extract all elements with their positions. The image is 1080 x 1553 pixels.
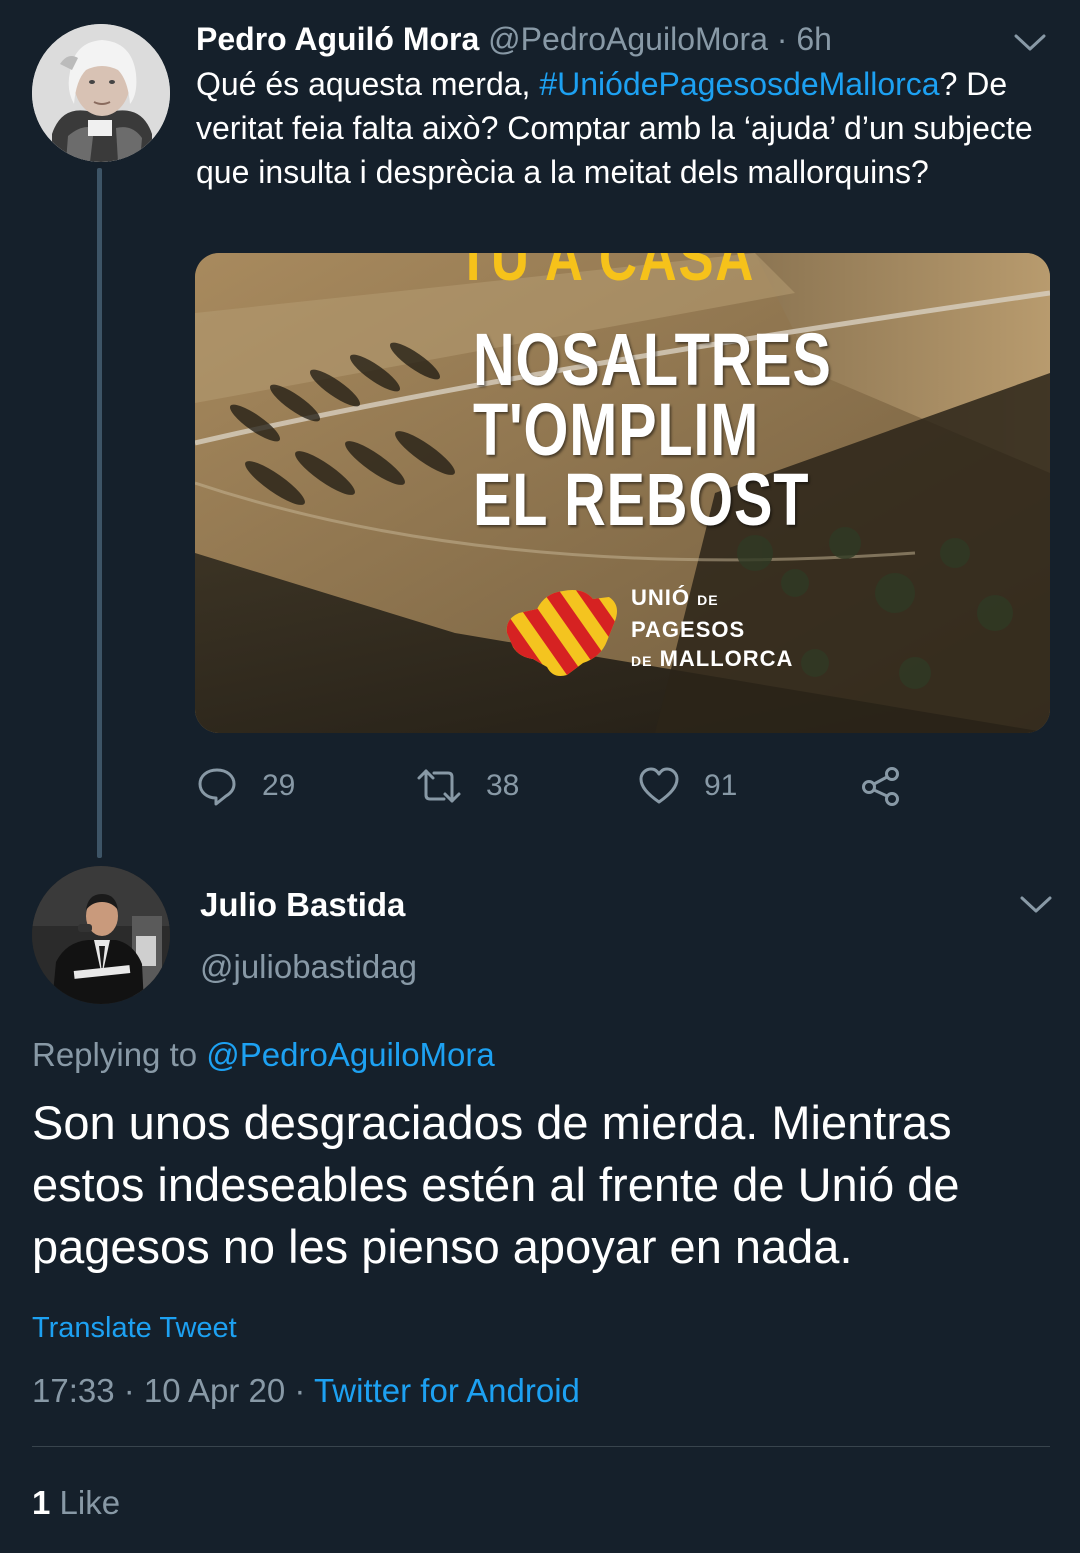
logo-word: DE [697,592,719,608]
parent-author-handle[interactable]: @PedroAguiloMora [488,21,768,57]
share-button[interactable] [860,760,902,812]
hashtag-link[interactable]: #UniódePagesosdeMallorca [539,66,939,102]
likes-summary[interactable]: 1 Like [32,1484,120,1522]
reply-icon [198,768,236,806]
parent-tweet-time[interactable]: 6h [796,21,832,57]
reply-count: 29 [262,769,296,802]
tweet-timestamp[interactable]: 17:33 · 10 Apr 20 [32,1372,285,1409]
headline-line: EL REBOST [473,458,810,541]
replying-label: Replying to [32,1036,207,1073]
logo-word: MALLORCA [659,646,794,671]
parent-tweet-header: Pedro Aguiló Mora @PedroAguiloMora · 6h [196,18,1036,60]
tweet-source-link[interactable]: Twitter for Android [314,1372,580,1409]
header-separator: · [776,21,788,57]
media-headline: NOSALTRES T'OMPLIM EL REBOST [473,318,832,541]
reply-button[interactable]: 29 [196,760,295,812]
logo-word: PAGESOS [631,617,746,642]
share-icon [862,767,899,806]
like-count: 91 [704,769,738,802]
avatar-pedro[interactable] [32,24,170,162]
parent-tweet-actions: 29 38 91 [196,760,916,812]
like-icon [639,767,679,804]
divider [32,1446,1050,1447]
mallorca-flag-logo [497,583,629,679]
retweet-button[interactable]: 38 [416,760,519,812]
retweet-count: 38 [486,769,520,802]
parent-tweet-text: Qué és aquesta merda, #UniódePagesosdeMa… [196,62,1056,194]
thread-connector-line [97,168,102,858]
reply-tweet-text: Son unos desgraciados de mierda. Mientra… [32,1096,960,1273]
logo-word: UNIÓ [631,585,690,610]
reply-author-handle[interactable]: @juliobastidag [200,948,417,986]
meta-separator: · [294,1372,306,1409]
like-button[interactable]: 91 [638,760,737,812]
tweet-thread-view: Pedro Aguiló Mora @PedroAguiloMora · 6h … [0,0,1080,1553]
parent-author-name[interactable]: Pedro Aguiló Mora [196,21,479,57]
logo-wordmark: UNIÓ DE PAGESOS DE MALLORCA [631,583,793,676]
tweet-text-part: Qué és aquesta merda, [196,66,540,102]
tweet-metadata: 17:33 · 10 Apr 20 · Twitter for Android [32,1372,580,1410]
like-label: Like [59,1484,121,1521]
replying-handle-link[interactable]: @PedroAguiloMora [206,1036,494,1073]
headline-line: NOSALTRES [473,318,832,401]
logo-word: DE [631,653,653,669]
replying-to: Replying to @PedroAguiloMora [32,1036,495,1074]
tweet-media-image[interactable]: TU A CASA NOSALTRES T'OMPLIM EL REBOST U… [195,253,1050,733]
avatar-julio[interactable] [32,866,170,1004]
chevron-down-icon[interactable] [1012,30,1048,54]
media-top-text: TU A CASA [457,253,755,294]
headline-line: T'OMPLIM [473,388,760,471]
translate-tweet-link[interactable]: Translate Tweet [32,1312,237,1345]
like-total: 1 [32,1484,51,1521]
reply-author-name[interactable]: Julio Bastida [200,886,405,924]
chevron-down-icon[interactable] [1018,892,1054,916]
retweet-icon [417,769,461,803]
